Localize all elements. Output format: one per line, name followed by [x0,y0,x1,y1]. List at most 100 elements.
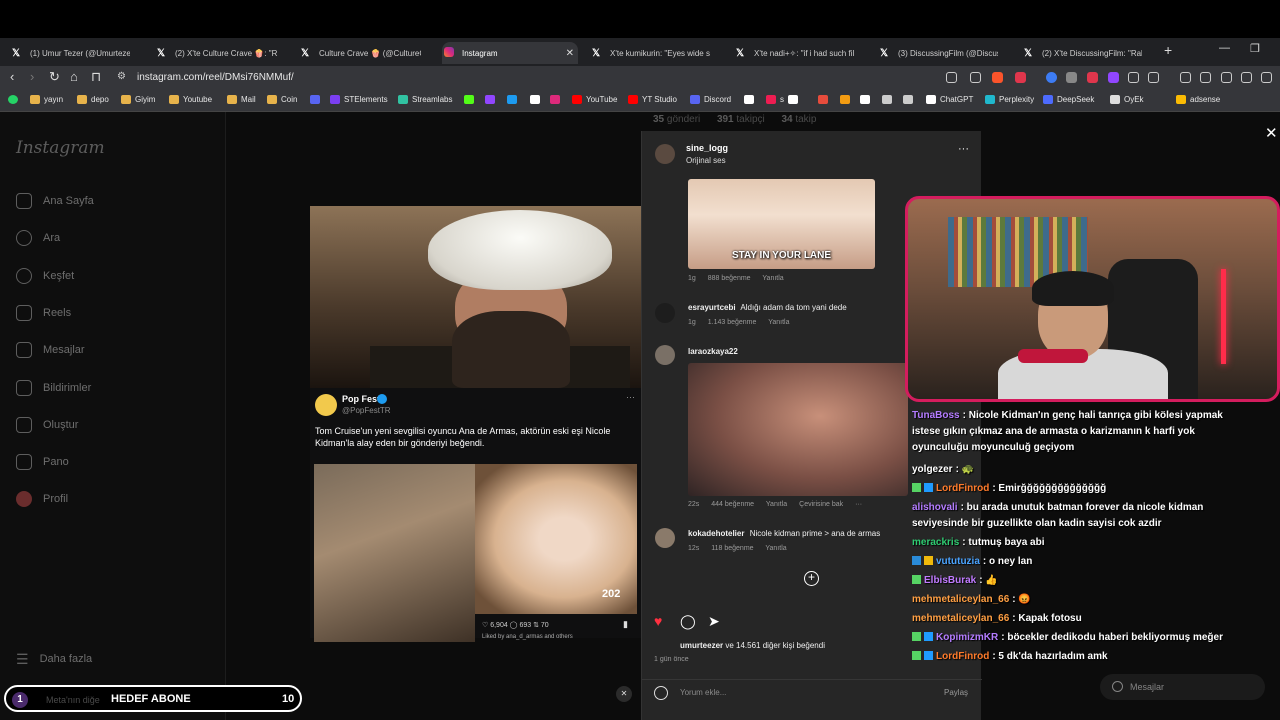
bookmark-item[interactable]: yayın [30,95,63,104]
bookmark-item[interactable] [310,95,324,104]
mute-button[interactable]: ✕ [616,686,632,702]
more-options-icon[interactable]: ··· [958,143,969,155]
comment-likes[interactable]: 888 beğenme [708,275,751,282]
load-more-comments-icon[interactable]: + [804,571,819,586]
reload-icon[interactable]: ↻ [49,69,60,85]
bookmark-item[interactable]: Youtube [169,95,212,104]
bookmark-item[interactable] [485,95,499,104]
share-icon[interactable]: ➤ [708,613,720,630]
post-author[interactable]: sine_logg [686,143,728,153]
new-tab-button[interactable]: + [1164,42,1172,58]
reply-button[interactable]: Yanıtla [766,501,787,508]
comment-user[interactable]: esrayurtcebi [688,303,736,312]
bookmark-item[interactable] [882,95,896,104]
bookmark-item[interactable]: DeepSeek [1043,95,1094,104]
minimize-button[interactable]: — [1219,42,1230,54]
see-translation-button[interactable]: Çevirisine bak [799,501,843,508]
bookmark-item[interactable]: Discord [690,95,731,104]
bookmark-item[interactable]: s [766,95,784,104]
tab-2[interactable]: 𝕏 (2) X'te Culture Crave 🍿: "Robe [155,42,287,64]
avatar[interactable] [655,345,675,365]
emoji-icon[interactable] [654,686,668,700]
brave-shield-icon[interactable] [992,72,1003,83]
bookmark-item[interactable] [8,95,22,104]
sidebar-icon[interactable] [1200,72,1211,83]
nav-item-ara[interactable]: Ara [16,228,60,248]
bookmark-item[interactable]: YT Studio [628,95,677,104]
nav-item-pano[interactable]: Pano [16,452,69,472]
bookmark-item[interactable] [840,95,854,104]
site-info-icon[interactable]: ⚙ [117,71,126,82]
avatar[interactable] [655,528,675,548]
bookmark-item[interactable] [530,95,544,104]
tab-5[interactable]: 𝕏 X'te kumikurin: "Eyes wide shu [590,42,720,64]
comment-likes[interactable]: 444 beğenme [711,501,754,508]
bookmark-item[interactable]: depo [77,95,109,104]
wallet-icon[interactable] [1221,72,1232,83]
bookmark-item[interactable]: adsense [1176,95,1220,104]
close-tab-icon[interactable]: ✕ [566,48,574,59]
post-comment-button[interactable]: Paylaş [944,688,968,697]
leo-icon[interactable] [1241,72,1252,83]
download-icon[interactable] [970,72,981,83]
comment-likes[interactable]: 118 beğenme [711,545,753,552]
bookmark-item[interactable]: Giyim [121,95,155,104]
bookmark-item[interactable] [860,95,874,104]
bookmark-item[interactable]: STElements [330,95,388,104]
nav-more[interactable]: ☰ Daha fazla [16,649,92,669]
forward-icon[interactable]: › [30,69,34,84]
nav-item-ana-sayfa[interactable]: Ana Sayfa [16,191,94,211]
extension-icon[interactable] [1066,72,1077,83]
bookmark-item[interactable] [464,95,478,104]
audio-label[interactable]: Orijinal ses [686,156,726,165]
url-field[interactable]: instagram.com/reel/DMsi76NMMuf/ [137,72,294,83]
bookmark-item[interactable]: Perplexity [985,95,1034,104]
tab-4[interactable]: Instagram ✕ [442,42,578,64]
reply-button[interactable]: Yanıtla [762,275,783,282]
nav-item-keşfet[interactable]: Keşfet [16,266,74,286]
instagram-logo[interactable]: Instagram [16,138,105,158]
bookmark-item[interactable]: Coin [267,95,297,104]
comment-icon[interactable]: ◯ [680,613,696,630]
tab-3[interactable]: 𝕏 Culture Crave 🍿 (@CultureCra [299,42,431,64]
bookmark-icon[interactable]: ⊓ [91,69,101,85]
home-icon[interactable]: ⌂ [70,69,78,84]
tab-8[interactable]: 𝕏 (2) X'te DiscussingFilm: "Ralph [1022,42,1152,64]
back-icon[interactable]: ‹ [10,69,14,84]
avatar[interactable] [655,303,675,323]
bookmark-item[interactable] [788,95,802,104]
music-icon[interactable] [1180,72,1191,83]
restore-button[interactable]: ❐ [1250,42,1260,55]
extension-icon[interactable] [1046,72,1057,83]
comment-more-icon[interactable]: ··· [855,501,862,508]
like-icon[interactable]: ♥ [654,613,662,629]
bookmark-item[interactable] [818,95,832,104]
extension-icon[interactable] [1087,72,1098,83]
tab-7[interactable]: 𝕏 (3) DiscussingFilm (@Discussin [878,42,1008,64]
bookmark-item[interactable]: Streamlabs [398,95,452,104]
menu-icon[interactable] [1261,72,1272,83]
nav-item-reels[interactable]: Reels [16,303,71,323]
reply-button[interactable]: Yanıtla [768,319,789,326]
avatar[interactable] [655,144,675,164]
reply-button[interactable]: Yanıtla [765,545,786,552]
nav-item-mesajlar[interactable]: Mesajlar [16,340,85,360]
comment-input[interactable] [680,688,920,697]
bookmark-item[interactable] [507,95,521,104]
bookmark-item[interactable] [744,95,758,104]
cast-icon[interactable] [946,72,957,83]
comment-likes[interactable]: 1.143 beğenme [708,319,757,326]
messages-button[interactable]: Mesajlar [1100,674,1265,700]
nav-item-profil[interactable]: Profil [16,489,68,509]
liked-by-user[interactable]: umurteezer [680,641,723,650]
extension-icon[interactable] [1108,72,1119,83]
bookmark-item[interactable] [550,95,564,104]
rewards-icon[interactable] [1015,72,1026,83]
puzzle-icon[interactable] [1128,72,1139,83]
bookmark-item[interactable]: Mail [227,95,256,104]
extension-icon[interactable] [1148,72,1159,83]
liked-by-rest[interactable]: ve 14.561 diğer kişi beğendi [725,641,825,650]
close-icon[interactable]: ✕ [1265,124,1278,142]
tab-1[interactable]: 𝕏 (1) Umur Tezer (@Umurtezer) / [10,42,140,64]
bookmark-item[interactable]: ChatGPT [926,95,973,104]
